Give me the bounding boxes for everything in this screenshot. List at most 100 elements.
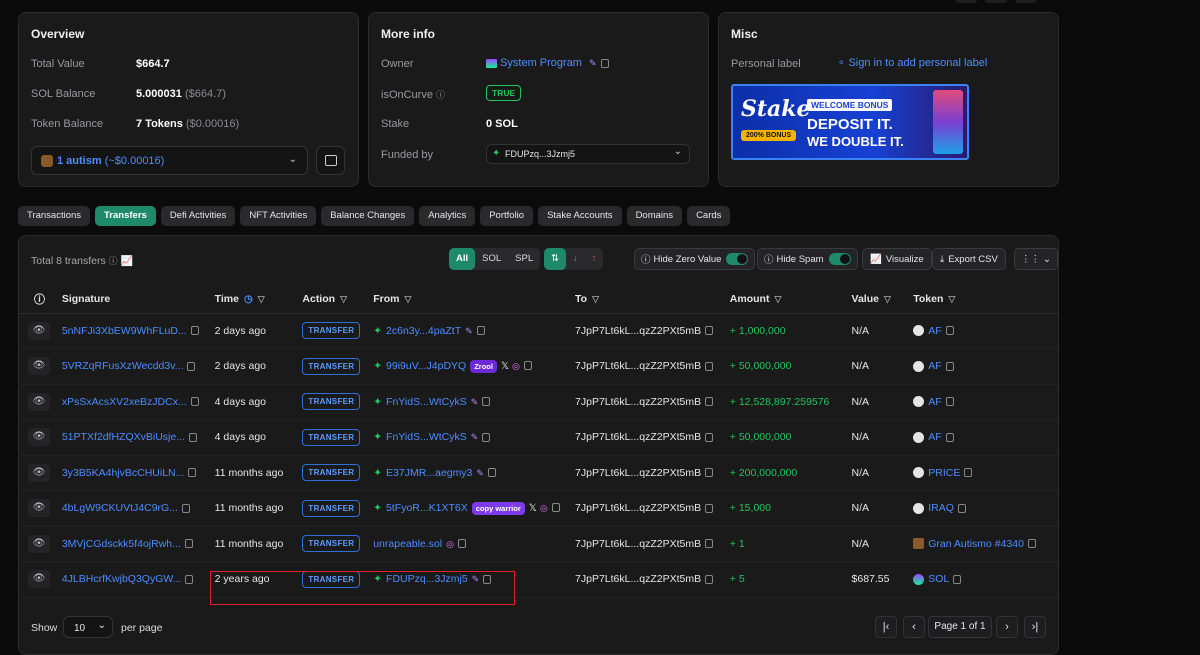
to-address[interactable]: 7JpP7Lt6kL...qzZ2PXt5mB [575, 573, 701, 585]
copy-icon[interactable] [551, 503, 560, 513]
visualize-button[interactable]: 📈 Visualize [862, 248, 932, 270]
signature-link[interactable]: 4bLgW9CKUVtJ4C9rG... [62, 502, 178, 514]
chart-icon[interactable]: 📈 [121, 256, 133, 267]
top-button[interactable] [985, 0, 1007, 3]
signin-link-wrap[interactable]: ⚬ Sign in to add personal label [837, 57, 987, 69]
copy-icon[interactable] [476, 326, 485, 336]
copy-icon[interactable] [953, 574, 962, 584]
copy-icon[interactable] [705, 397, 714, 407]
filter-all-button[interactable]: All [449, 248, 476, 270]
signature-link[interactable]: 5nNFJi3XbEW9WhFLuD... [62, 325, 187, 337]
edit-icon[interactable]: ✎ [471, 432, 479, 442]
copy-icon[interactable] [705, 468, 714, 478]
direction-both-icon[interactable]: ⇅ [544, 248, 566, 270]
token-link[interactable]: AF [928, 431, 941, 443]
clock-icon[interactable]: ◷ [244, 294, 253, 305]
copy-icon[interactable] [487, 468, 496, 478]
eye-icon[interactable]: 👁 [28, 570, 50, 589]
to-address[interactable]: 7JpP7Lt6kL...qzZ2PXt5mB [575, 431, 701, 443]
copy-icon[interactable] [705, 361, 714, 371]
to-address[interactable]: 7JpP7Lt6kL...qzZ2PXt5mB [575, 502, 701, 514]
eye-icon[interactable]: 👁 [28, 499, 50, 518]
copy-icon[interactable] [188, 468, 197, 478]
owner-link[interactable]: System Program [500, 57, 582, 69]
to-address[interactable]: 7JpP7Lt6kL...qzZ2PXt5mB [575, 467, 701, 479]
tab-analytics[interactable]: Analytics [419, 206, 476, 226]
tab-defi-activities[interactable]: Defi Activities [160, 206, 236, 226]
copy-icon[interactable] [964, 468, 973, 478]
copy-icon[interactable] [482, 432, 491, 442]
signature-link[interactable]: 51PTXf2dfHZQXvBiUsje... [62, 431, 185, 443]
top-button[interactable] [1015, 0, 1037, 3]
first-page-button[interactable]: |‹ [875, 616, 897, 638]
copy-icon[interactable] [705, 326, 714, 336]
copy-icon[interactable] [188, 432, 197, 442]
copy-icon[interactable] [187, 361, 196, 371]
copy-icon[interactable] [705, 503, 714, 513]
next-page-button[interactable]: › [996, 616, 1018, 638]
copy-icon[interactable] [457, 539, 466, 549]
token-link[interactable]: PRICE [928, 467, 960, 479]
hide-spam-toggle[interactable]: ⓘ Hide Spam [757, 248, 858, 270]
from-link[interactable]: 99i9uV...J4pDYQ [386, 360, 466, 372]
signature-link[interactable]: 4JLBHcrfKwjbQ3QyGW... [62, 573, 182, 585]
funded-by-select[interactable]: ✦ FDUPzq...3Jzmj5 ⌄ [486, 144, 690, 164]
eye-icon[interactable]: 👁 [28, 321, 50, 340]
from-link[interactable]: FnYidS...WtCykS [386, 396, 467, 408]
copy-icon[interactable] [945, 361, 954, 371]
copy-icon[interactable] [945, 326, 954, 336]
from-link[interactable]: FnYidS...WtCykS [386, 431, 467, 443]
tab-transfers[interactable]: Transfers [95, 206, 156, 226]
column-options-button[interactable]: ⋮⋮ ⌄ [1014, 248, 1058, 270]
filter-icon[interactable]: ▽ [592, 294, 599, 304]
last-page-button[interactable]: ›| [1024, 616, 1046, 638]
copy-icon[interactable] [705, 574, 714, 584]
token-link[interactable]: AF [928, 360, 941, 372]
hide-zero-toggle[interactable]: ⓘ Hide Zero Value [634, 248, 756, 270]
globe-icon[interactable]: ◎ [446, 539, 454, 549]
filter-icon[interactable]: ▽ [774, 294, 781, 304]
eye-icon[interactable]: 👁 [28, 463, 50, 482]
edit-icon[interactable]: ✎ [465, 326, 473, 336]
from-link[interactable]: 2c6n3y...4paZtT [386, 325, 461, 337]
stake-ad-banner[interactable]: Stake 200% BONUS WELCOME BONUS DEPOSIT I… [731, 84, 969, 160]
edit-icon[interactable]: ✎ [476, 468, 484, 478]
filter-spl-button[interactable]: SPL [508, 248, 540, 270]
copy-icon[interactable] [482, 397, 491, 407]
eye-icon[interactable]: 👁 [28, 392, 50, 411]
to-address[interactable]: 7JpP7Lt6kL...qzZ2PXt5mB [575, 396, 701, 408]
signature-link[interactable]: xPsSxAcsXV2xeBzJDCx... [62, 396, 187, 408]
copy-icon[interactable] [190, 326, 199, 336]
copy-icon[interactable] [945, 397, 954, 407]
edit-icon[interactable]: ✎ [471, 397, 479, 407]
copy-icon[interactable] [184, 539, 193, 549]
filter-icon[interactable]: ▽ [258, 294, 265, 304]
copy-icon[interactable] [705, 432, 714, 442]
copy-icon[interactable] [957, 503, 966, 513]
per-page-select[interactable]: 10 ⌄ [63, 616, 113, 638]
edit-icon[interactable]: ✎ [589, 58, 597, 68]
from-link[interactable]: E37JMR...aegmy3 [386, 467, 472, 479]
signature-link[interactable]: 5VRZqRFusXzWecdd3v... [62, 360, 184, 372]
token-link[interactable]: AF [928, 396, 941, 408]
prev-page-button[interactable]: ‹ [903, 616, 925, 638]
tab-stake-accounts[interactable]: Stake Accounts [538, 206, 622, 226]
copy-icon[interactable] [705, 539, 714, 549]
signature-link[interactable]: 3y3B5KA4hjvBcCHUiLN... [62, 467, 185, 479]
token-link[interactable]: Gran Autismo #4340 [928, 538, 1024, 550]
copy-icon[interactable] [600, 58, 609, 68]
tab-portfolio[interactable]: Portfolio [480, 206, 534, 226]
toggle-switch[interactable] [828, 253, 851, 265]
tab-cards[interactable]: Cards [687, 206, 731, 226]
signin-link[interactable]: Sign in to add personal label [848, 57, 987, 69]
x-icon[interactable]: 𝕏 [501, 361, 509, 372]
to-address[interactable]: 7JpP7Lt6kL...qzZ2PXt5mB [575, 360, 701, 372]
token-link[interactable]: AF [928, 325, 941, 337]
from-link[interactable]: 5tFyoR...K1XT6X [386, 502, 468, 514]
globe-icon[interactable]: ◎ [540, 503, 548, 513]
export-csv-button[interactable]: ⤓ Export CSV [932, 248, 1006, 270]
copy-icon[interactable] [523, 361, 532, 371]
copy-icon[interactable] [181, 503, 190, 513]
eye-icon[interactable]: 👁 [28, 357, 50, 376]
to-address[interactable]: 7JpP7Lt6kL...qzZ2PXt5mB [575, 538, 701, 550]
